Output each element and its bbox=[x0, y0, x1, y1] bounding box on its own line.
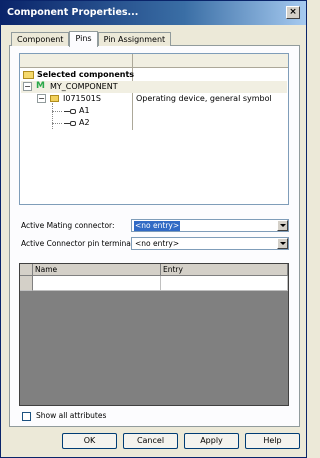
device-name: I071501S bbox=[63, 94, 101, 103]
table-row[interactable] bbox=[20, 276, 288, 291]
device-description: Operating device, general symbol bbox=[136, 94, 272, 103]
mating-connector-label: Active Mating connector: bbox=[21, 221, 115, 230]
title-bar: Component Properties... × bbox=[1, 1, 306, 25]
component-icon: M bbox=[36, 81, 45, 91]
folder-icon bbox=[23, 70, 34, 79]
pin-icon bbox=[64, 120, 76, 126]
collapse-icon[interactable]: − bbox=[37, 94, 46, 103]
pin-terminal-select[interactable]: <no entry> bbox=[131, 237, 289, 250]
close-icon: × bbox=[289, 7, 297, 17]
component-tree[interactable]: Selected components − M MY_COMPONENT − I071… bbox=[19, 53, 289, 205]
row-header[interactable] bbox=[20, 276, 33, 291]
column-header-entry[interactable]: Entry bbox=[161, 264, 288, 276]
device-icon bbox=[50, 95, 59, 102]
show-all-attributes-checkbox[interactable] bbox=[22, 412, 31, 421]
help-button[interactable]: Help bbox=[245, 433, 300, 449]
column-header-name[interactable]: Name bbox=[33, 264, 161, 276]
entry-cell[interactable] bbox=[161, 276, 288, 291]
tree-item-pin[interactable]: A2 bbox=[64, 117, 90, 129]
chevron-down-icon[interactable] bbox=[277, 220, 288, 231]
tree-item-device[interactable]: − I071501S bbox=[37, 93, 101, 105]
tree-line bbox=[52, 103, 53, 129]
tree-line bbox=[52, 123, 62, 124]
chevron-down-icon[interactable] bbox=[277, 238, 288, 249]
tree-item-component-content[interactable]: − M MY_COMPONENT bbox=[23, 81, 118, 93]
tree-root[interactable]: Selected components bbox=[23, 69, 134, 81]
pin-name: A1 bbox=[79, 106, 90, 115]
apply-button[interactable]: Apply bbox=[184, 433, 239, 449]
tree-line bbox=[52, 111, 62, 112]
pin-terminal-value: <no entry> bbox=[135, 239, 180, 248]
attribute-grid[interactable]: Name Entry bbox=[19, 263, 289, 406]
component-name: MY_COMPONENT bbox=[50, 82, 118, 91]
tab-pins[interactable]: Pins bbox=[69, 31, 98, 47]
window-title: Component Properties... bbox=[7, 7, 139, 18]
mating-connector-select[interactable]: <no entry> bbox=[131, 219, 289, 232]
row-header-corner bbox=[20, 264, 33, 276]
cancel-button[interactable]: Cancel bbox=[123, 433, 178, 449]
name-cell[interactable] bbox=[33, 276, 161, 291]
tree-header bbox=[20, 54, 288, 68]
tab-pin-assignment[interactable]: Pin Assignment bbox=[97, 32, 172, 46]
close-button[interactable]: × bbox=[286, 6, 300, 19]
pin-terminal-label: Active Connector pin terminal: bbox=[21, 239, 136, 248]
grid-header: Name Entry bbox=[20, 264, 288, 276]
show-all-attributes-label: Show all attributes bbox=[36, 411, 107, 420]
tab-strip: Component Pins Pin Assignment bbox=[11, 31, 172, 47]
tree-item-pin[interactable]: A1 bbox=[64, 105, 90, 117]
ok-button[interactable]: OK bbox=[62, 433, 117, 449]
pin-icon bbox=[64, 108, 76, 114]
pin-name: A2 bbox=[79, 118, 90, 127]
collapse-icon[interactable]: − bbox=[23, 82, 32, 91]
properties-dialog: Component Properties... × Component Pins… bbox=[0, 0, 307, 458]
mating-connector-value: <no entry> bbox=[134, 221, 181, 231]
tree-root-label: Selected components bbox=[37, 70, 135, 79]
tab-component[interactable]: Component bbox=[11, 32, 70, 46]
